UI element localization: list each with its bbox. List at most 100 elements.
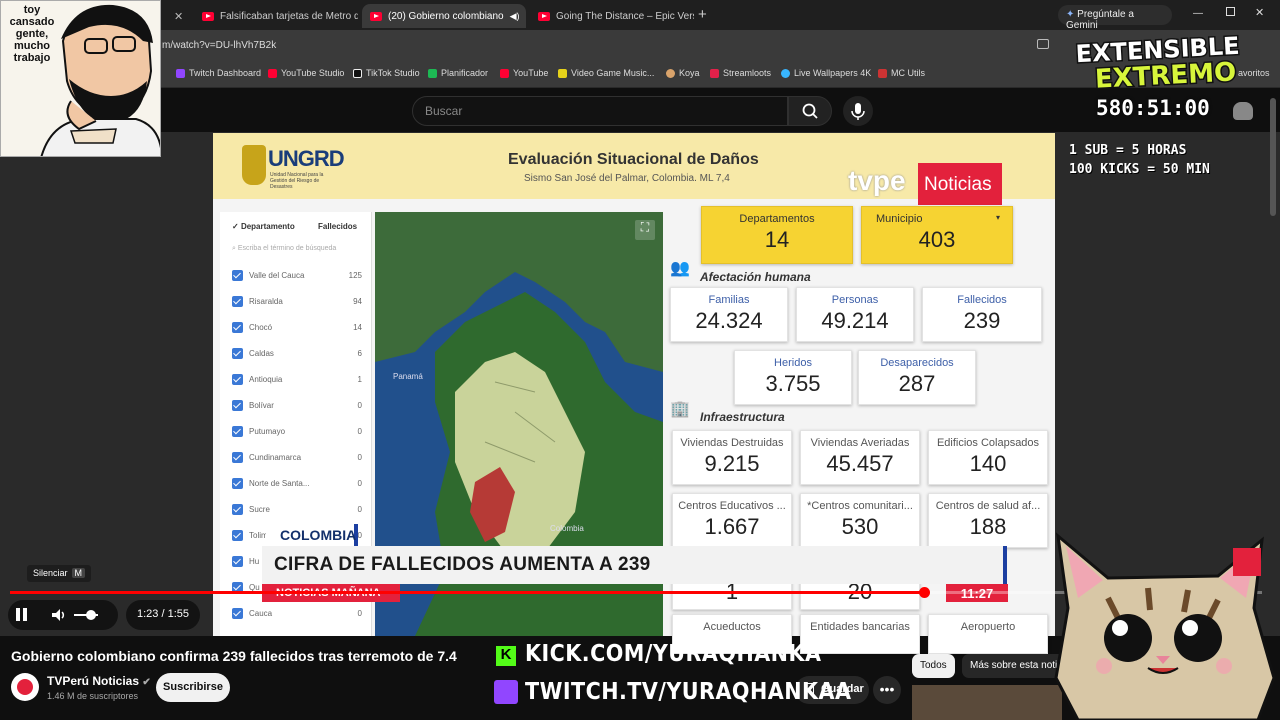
stat-card: Viviendas Destruidas 9.215 bbox=[672, 430, 792, 485]
filter-search[interactable]: ⌕ Escriba el término de búsqueda bbox=[232, 245, 336, 253]
bookmark-twitch-dashboard[interactable]: Twitch Dashboard bbox=[176, 68, 261, 78]
more-actions-button[interactable]: ••• bbox=[873, 676, 901, 704]
filter-row[interactable]: Caldas 6 bbox=[232, 343, 362, 363]
checkbox-icon[interactable] bbox=[232, 269, 243, 281]
filter-row[interactable]: Norte de Santa... 0 bbox=[232, 473, 362, 493]
checkbox-icon[interactable] bbox=[232, 295, 243, 307]
search-input[interactable]: Buscar bbox=[412, 96, 788, 126]
tab-2-active[interactable]: (20) Gobierno colombiano ◀) ✕ bbox=[362, 4, 526, 28]
card-label: Centros Educativos ... bbox=[678, 500, 786, 512]
stat-card: Familias 24.324 bbox=[670, 287, 788, 342]
progress-scrubber[interactable] bbox=[918, 587, 930, 598]
stat-card: Desaparecidos 287 bbox=[858, 350, 976, 405]
bookmark-label: Streamloots bbox=[723, 68, 772, 78]
filter-row[interactable]: Valle del Cauca 125 bbox=[232, 265, 362, 285]
search-button[interactable] bbox=[788, 96, 832, 126]
checkbox-icon[interactable] bbox=[232, 529, 243, 541]
bookmark-koya[interactable]: Koya bbox=[666, 68, 700, 78]
filter-row[interactable]: Antioquia 1 bbox=[232, 369, 362, 389]
bookmark-label: YouTube bbox=[513, 68, 549, 78]
filter-search-placeholder: Escriba el término de búsqueda bbox=[237, 245, 337, 252]
pause-icon-bar bbox=[23, 608, 27, 621]
checkbox-icon[interactable] bbox=[232, 555, 243, 567]
checkbox-icon[interactable] bbox=[232, 321, 243, 333]
filter-row[interactable]: Risaralda 94 bbox=[232, 291, 362, 311]
dropdown-icon[interactable]: ▾ bbox=[996, 213, 1000, 222]
filter-row[interactable]: Sucre 0 bbox=[232, 499, 362, 519]
channel-watermark[interactable] bbox=[1233, 548, 1261, 576]
filter-row-value: 94 bbox=[353, 296, 362, 306]
browser-tab-bar: ✕ Falsificaban tarjetas de Metro d ✕ (20… bbox=[0, 0, 1280, 31]
bookmark-mc-utils[interactable]: MC Utils bbox=[878, 68, 925, 78]
voice-search-button[interactable] bbox=[843, 96, 873, 126]
filter-row-value: 14 bbox=[353, 322, 362, 332]
bookmark-planificador[interactable]: Planificador bbox=[428, 68, 488, 78]
checkbox-icon[interactable] bbox=[232, 347, 243, 359]
streamloots-icon bbox=[710, 68, 719, 78]
checkbox-icon[interactable] bbox=[232, 607, 243, 619]
channel-avatar[interactable] bbox=[11, 673, 39, 701]
tab-title: (20) Gobierno colombiano bbox=[388, 10, 504, 22]
window-close-button[interactable]: ✕ bbox=[1255, 6, 1264, 19]
filter-row-name: Sucre bbox=[249, 504, 270, 514]
tab-close-prev[interactable]: ✕ bbox=[166, 4, 190, 28]
card-label: Municipio ▾ bbox=[862, 213, 1012, 225]
fullscreen-map-icon[interactable]: ⛶ bbox=[635, 220, 655, 240]
bookmark-youtube-studio[interactable]: YouTube Studio bbox=[268, 68, 344, 78]
card-value: 3.755 bbox=[765, 371, 821, 396]
card-value: 1.667 bbox=[704, 514, 760, 539]
filter-row-value: 0 bbox=[357, 504, 362, 514]
youtube-icon bbox=[370, 11, 382, 21]
filter-row-value: 6 bbox=[357, 348, 362, 358]
filter-row[interactable]: Bolívar 0 bbox=[232, 395, 362, 415]
card-label: Heridos bbox=[774, 357, 812, 369]
channel-name[interactable]: TVPerú Noticias ✔ bbox=[47, 674, 151, 688]
checkbox-icon[interactable] bbox=[232, 477, 243, 489]
bookmark-streamloots[interactable]: Streamloots bbox=[710, 68, 771, 78]
cat-mini-icon bbox=[1233, 102, 1253, 120]
card-municipio[interactable]: Municipio ▾ 403 bbox=[861, 206, 1013, 264]
checkbox-icon[interactable] bbox=[232, 451, 243, 463]
volume-icon[interactable] bbox=[50, 606, 68, 624]
tab-1[interactable]: Falsificaban tarjetas de Metro d ✕ bbox=[194, 4, 358, 28]
bookmark-live-wallpapers[interactable]: Live Wallpapers 4K bbox=[781, 68, 871, 78]
page-scrollbar[interactable] bbox=[1270, 98, 1276, 216]
stat-card: Aeropuerto bbox=[928, 614, 1048, 654]
pause-icon[interactable] bbox=[16, 608, 20, 621]
bookmark-label: Twitch Dashboard bbox=[189, 68, 262, 78]
gemini-button[interactable]: ✦ Pregúntale a Gemini bbox=[1058, 5, 1172, 31]
bookmark-label: Video Game Music... bbox=[571, 68, 655, 78]
stat-card: Personas 49.214 bbox=[796, 287, 914, 342]
new-tab-button[interactable]: + bbox=[698, 6, 707, 23]
filter-row[interactable]: Putumayo 0 bbox=[232, 421, 362, 441]
subscribe-button[interactable]: Suscribirse bbox=[156, 673, 230, 702]
checkbox-icon[interactable] bbox=[232, 399, 243, 411]
recommended-thumbnail[interactable] bbox=[912, 685, 1062, 720]
filter-row-value: 0 bbox=[357, 452, 362, 462]
bookmark-tiktok-studio[interactable]: TikTok Studio bbox=[353, 68, 420, 78]
bookmark-label: MC Utils bbox=[891, 68, 925, 78]
card-label: Fallecidos bbox=[957, 294, 1007, 306]
volume-knob[interactable] bbox=[86, 610, 96, 620]
stat-card: Edificios Colapsados 140 bbox=[928, 430, 1048, 485]
filter-row[interactable]: Cundinamarca 0 bbox=[232, 447, 362, 467]
checkbox-icon[interactable] bbox=[232, 503, 243, 515]
checkbox-icon[interactable] bbox=[232, 373, 243, 385]
minimize-button[interactable]: — bbox=[1193, 8, 1203, 19]
filter-row[interactable]: Cauca 0 bbox=[232, 603, 362, 623]
card-label: Familias bbox=[708, 294, 750, 306]
checkbox-icon[interactable] bbox=[232, 425, 243, 437]
speaker-icon[interactable]: ◀) bbox=[510, 11, 520, 22]
maximize-button[interactable] bbox=[1226, 7, 1235, 16]
ungrd-subtitle: Unidad Nacional para la Gestión del Ries… bbox=[270, 172, 324, 190]
cast-icon[interactable] bbox=[1037, 39, 1049, 49]
bookmark-youtube[interactable]: YouTube bbox=[500, 68, 548, 78]
filter-row[interactable]: Chocó 14 bbox=[232, 317, 362, 337]
col-department: Departamento bbox=[240, 222, 295, 231]
bookmark-video-game-music[interactable]: Video Game Music... bbox=[558, 68, 654, 78]
tab-3[interactable]: Going The Distance – Epic Versi ✕ bbox=[530, 4, 694, 28]
close-icon[interactable]: ✕ bbox=[174, 10, 183, 23]
bookmark-label: Planificador bbox=[441, 68, 489, 78]
url-text[interactable]: m/watch?v=DU-lhVh7B2k bbox=[162, 40, 276, 51]
chip-todos[interactable]: Todos bbox=[912, 654, 955, 678]
